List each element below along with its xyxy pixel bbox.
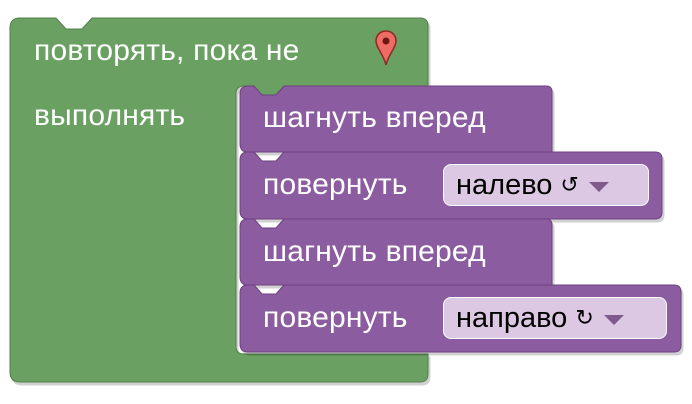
do-label: выполнять [34,99,186,132]
repeat-until-label: повторять, пока не [34,34,300,67]
rotate-right-icon: ↻ [575,305,594,331]
turn-label-2: повернуть [263,301,408,334]
turn-label: повернуть [263,168,408,201]
dropdown-value: налево [456,168,553,201]
map-marker-icon[interactable] [375,30,397,66]
dropdown-value-2: направо [456,301,568,334]
move-forward-label-2: шагнуть вперед [263,235,486,268]
dropdown-arrow-icon [588,182,609,192]
dropdown-arrow-icon-2 [603,315,624,325]
rotate-left-icon: ↺ [560,172,579,198]
move-forward-label: шагнуть вперед [263,101,486,134]
turn-direction-dropdown-left[interactable]: налево ↺ [443,164,649,206]
turn-direction-dropdown-right[interactable]: направо ↻ [443,297,667,339]
blocks-workspace: повторять, пока не выполнять шагнуть впе… [0,0,692,404]
